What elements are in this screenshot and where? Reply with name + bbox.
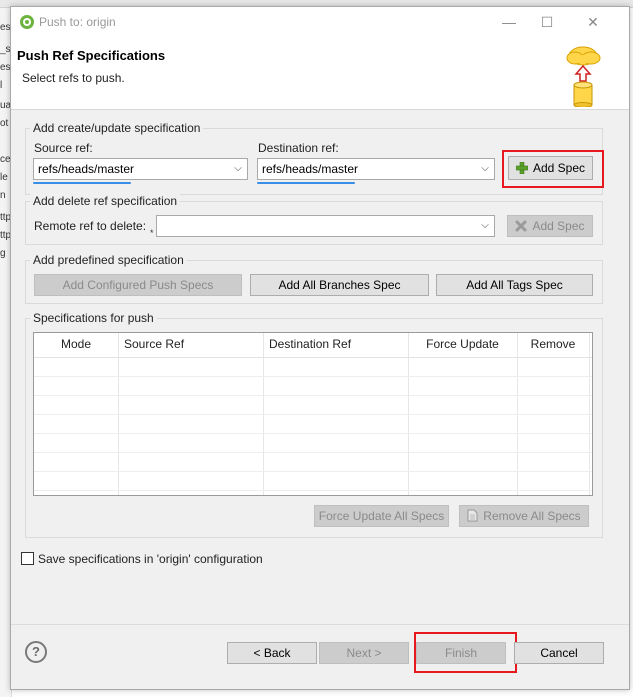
ide-text-fragment: l [0, 80, 3, 91]
table-row [34, 433, 592, 434]
table-row [34, 452, 592, 453]
push-dialog: Push to: origin — ☐ ✕ Push Ref Specifica… [10, 6, 630, 690]
cancel-button[interactable]: Cancel [514, 642, 604, 664]
next-button[interactable]: Next > [319, 642, 409, 664]
add-spec-button-label: Add Spec [532, 161, 586, 175]
remove-all-specs-button-label: Remove All Specs [483, 509, 581, 523]
remote-ref-combo[interactable]: ⌵ [156, 215, 495, 237]
remove-all-specs-button[interactable]: Remove All Specs [459, 505, 589, 527]
plus-icon [515, 161, 528, 174]
column-header-force-update[interactable]: Force Update [408, 333, 517, 357]
predefined-group-label: Add predefined specification [30, 253, 187, 267]
add-delete-spec-button-label: Add Spec [532, 219, 585, 233]
add-delete-spec-button[interactable]: Add Spec [507, 215, 593, 237]
ide-text-fragment: ce [0, 154, 11, 165]
table-row [34, 414, 592, 415]
document-remove-icon [467, 509, 478, 522]
save-specifications-label[interactable]: Save specifications in 'origin' configur… [38, 552, 263, 566]
destination-ref-combo[interactable]: refs/heads/master ⌵ [257, 158, 495, 180]
add-spec-button[interactable]: Add Spec [508, 156, 593, 180]
column-header-destination-ref[interactable]: Destination Ref [263, 333, 408, 357]
ide-text-fragment: g [0, 248, 6, 259]
column-header-mode[interactable]: Mode [34, 333, 118, 357]
save-specifications-checkbox[interactable] [21, 552, 34, 565]
push-to-repository-icon [566, 46, 601, 107]
chevron-down-icon[interactable]: ⌵ [480, 219, 490, 233]
header-row-divider [34, 357, 592, 358]
destination-ref-value: refs/heads/master [262, 162, 359, 176]
remote-ref-label: Remote ref to delete: [34, 219, 147, 233]
table-row [34, 395, 592, 396]
ide-text-fragment: es [0, 22, 11, 33]
add-all-branches-spec-button[interactable]: Add All Branches Spec [250, 274, 429, 296]
destination-ref-label: Destination ref: [258, 141, 339, 155]
maximize-button[interactable]: ☐ [531, 11, 563, 33]
close-button[interactable]: ✕ [577, 11, 609, 33]
ide-text-fragment: n [0, 190, 6, 201]
source-ref-combo[interactable]: refs/heads/master ⌵ [33, 158, 248, 180]
help-icon[interactable]: ? [25, 641, 47, 663]
column-header-source-ref[interactable]: Source Ref [118, 333, 263, 357]
delete-x-icon [515, 220, 527, 232]
window-title: Push to: origin [39, 15, 116, 29]
column-header-remove[interactable]: Remove [517, 333, 589, 357]
ide-text-fragment: ot [0, 118, 9, 129]
ide-text-fragment: le [0, 172, 8, 183]
table-row [34, 471, 592, 472]
page-description: Select refs to push. [22, 71, 125, 85]
table-row [34, 490, 592, 491]
source-ref-value: refs/heads/master [38, 162, 135, 176]
specifications-table[interactable]: Mode Source Ref Destination Ref Force Up… [33, 332, 593, 496]
force-update-all-specs-button[interactable]: Force Update All Specs [314, 505, 449, 527]
chevron-down-icon[interactable]: ⌵ [480, 162, 490, 176]
spellcheck-underline [257, 182, 355, 184]
title-bar[interactable]: Push to: origin — ☐ ✕ [11, 7, 629, 37]
spellcheck-underline [33, 182, 131, 184]
minimize-button[interactable]: — [493, 11, 525, 33]
content-assist-marker: * [150, 228, 154, 238]
page-title: Push Ref Specifications [17, 48, 166, 63]
spring-leaf-icon [20, 15, 34, 29]
wizard-header: Push Ref Specifications Select refs to p… [11, 37, 629, 110]
ide-text-fragment: es [0, 62, 11, 73]
table-row [34, 376, 592, 377]
source-ref-label: Source ref: [34, 141, 93, 155]
finish-highlight [414, 632, 517, 673]
add-all-tags-spec-button[interactable]: Add All Tags Spec [436, 274, 593, 296]
delete-group-label: Add delete ref specification [30, 194, 181, 208]
create-update-group-label: Add create/update specification [30, 121, 204, 135]
back-button[interactable]: < Back [227, 642, 317, 664]
specifications-group-label: Specifications for push [30, 311, 157, 325]
chevron-down-icon[interactable]: ⌵ [233, 162, 243, 176]
add-configured-push-specs-button[interactable]: Add Configured Push Specs [34, 274, 242, 296]
footer-separator [11, 624, 629, 625]
ide-text-fragment: _s [0, 44, 11, 55]
